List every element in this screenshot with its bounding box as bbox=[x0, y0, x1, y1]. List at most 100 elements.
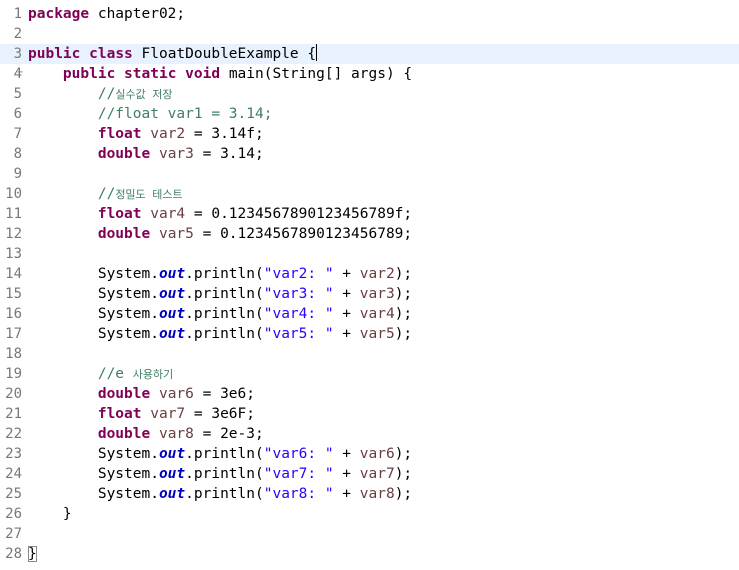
code-line[interactable]: 13 bbox=[0, 244, 739, 264]
static-field-token: out bbox=[158, 446, 186, 462]
code-line[interactable]: 28} bbox=[0, 544, 739, 564]
keyword-token: public bbox=[62, 66, 116, 82]
code-line[interactable]: 10 //정밀도 테스트 bbox=[0, 184, 739, 204]
code-line[interactable]: 8 double var3 = 3.14; bbox=[0, 144, 739, 164]
code-content[interactable]: double var6 = 3e6; bbox=[28, 384, 255, 404]
static-field-token: out bbox=[158, 306, 186, 322]
code-text: System. bbox=[28, 306, 159, 322]
code-text: + bbox=[333, 326, 360, 342]
code-line[interactable]: 22 double var8 = 2e-3; bbox=[0, 424, 739, 444]
keyword-token: double bbox=[97, 386, 151, 402]
keyword-token: class bbox=[89, 46, 133, 62]
line-number: 9 bbox=[13, 166, 22, 182]
code-content[interactable]: System.out.println("var8: " + var8); bbox=[28, 484, 412, 504]
comment-token: 사용하기 bbox=[132, 368, 174, 381]
code-content[interactable]: double var8 = 2e-3; bbox=[28, 424, 264, 444]
code-content[interactable]: System.out.println("var4: " + var4); bbox=[28, 304, 412, 324]
code-line[interactable]: 15 System.out.println("var3: " + var3); bbox=[0, 284, 739, 304]
code-line[interactable]: 3 public class FloatDoubleExample { bbox=[0, 44, 739, 64]
code-content[interactable]: package chapter02; bbox=[28, 4, 185, 24]
code-line[interactable]: 26 } bbox=[0, 504, 739, 524]
code-text: = 3.14; bbox=[193, 146, 264, 162]
comment-token: 실수값 저장 bbox=[115, 88, 173, 101]
static-field-token: out bbox=[158, 286, 186, 302]
code-line[interactable]: 16 System.out.println("var4: " + var4); bbox=[0, 304, 739, 324]
code-line[interactable]: 27 bbox=[0, 524, 739, 544]
code-text: ); bbox=[394, 326, 413, 342]
code-line[interactable]: 17 System.out.println("var5: " + var5); bbox=[0, 324, 739, 344]
line-number: 24 bbox=[5, 466, 22, 482]
code-line[interactable]: 6 //float var1 = 3.14; bbox=[0, 104, 739, 124]
code-line[interactable]: 25 System.out.println("var8: " + var8); bbox=[0, 484, 739, 504]
code-line[interactable]: 2 bbox=[0, 24, 739, 44]
code-content[interactable]: System.out.println("var6: " + var6); bbox=[28, 444, 412, 464]
code-text: ); bbox=[394, 306, 413, 322]
code-content[interactable]: System.out.println("var7: " + var7); bbox=[28, 464, 412, 484]
line-number: 20 bbox=[5, 386, 22, 402]
code-content[interactable]: //float var1 = 3.14; bbox=[28, 104, 273, 124]
code-content[interactable]: float var2 = 3.14f; bbox=[28, 124, 264, 144]
code-line[interactable]: 7 float var2 = 3.14f; bbox=[0, 124, 739, 144]
variable-token: var6 bbox=[158, 386, 194, 402]
code-line[interactable]: 18 bbox=[0, 344, 739, 364]
code-text: ); bbox=[394, 446, 413, 462]
code-line[interactable]: 4− public static void main(String[] args… bbox=[0, 64, 739, 84]
code-text: .println( bbox=[185, 486, 264, 502]
code-content[interactable]: double var5 = 0.1234567890123456789; bbox=[28, 224, 412, 244]
code-line[interactable]: 1 package chapter02; bbox=[0, 4, 739, 24]
code-text: ); bbox=[394, 466, 413, 482]
fold-collapse-icon[interactable]: − bbox=[17, 68, 26, 78]
code-content[interactable]: System.out.println("var5: " + var5); bbox=[28, 324, 412, 344]
code-line[interactable]: 11 float var4 = 0.1234567890123456789f; bbox=[0, 204, 739, 224]
code-content[interactable]: } bbox=[28, 544, 37, 564]
code-content[interactable]: double var3 = 3.14; bbox=[28, 144, 264, 164]
line-number: 7 bbox=[13, 126, 22, 142]
code-editor[interactable]: 1 package chapter02; 2 3 public class FloatD… bbox=[0, 4, 739, 570]
string-token: "var5: " bbox=[263, 326, 334, 342]
line-number: 27 bbox=[5, 526, 22, 542]
code-content[interactable]: //실수값 저장 bbox=[28, 84, 173, 105]
code-content[interactable]: public class FloatDoubleExample { bbox=[28, 44, 318, 64]
code-content[interactable]: float var4 = 0.1234567890123456789f; bbox=[28, 204, 412, 224]
code-content[interactable]: System.out.println("var3: " + var3); bbox=[28, 284, 412, 304]
code-text: System. bbox=[28, 446, 159, 462]
line-number: 16 bbox=[5, 306, 22, 322]
code-line[interactable]: 23 System.out.println("var6: " + var6); bbox=[0, 444, 739, 464]
code-line[interactable]: 24 System.out.println("var7: " + var7); bbox=[0, 464, 739, 484]
code-content[interactable]: System.out.println("var2: " + var2); bbox=[28, 264, 412, 284]
variable-token: var3 bbox=[158, 146, 194, 162]
variable-token: var4 bbox=[150, 206, 186, 222]
code-line[interactable]: 5 //실수값 저장 bbox=[0, 84, 739, 104]
string-token: "var4: " bbox=[263, 306, 334, 322]
line-number: 2 bbox=[13, 26, 22, 42]
code-line[interactable]: 14 System.out.println("var2: " + var2); bbox=[0, 264, 739, 284]
code-text: } bbox=[28, 506, 72, 522]
code-content[interactable]: //e 사용하기 bbox=[28, 364, 173, 385]
code-line[interactable]: 20 double var6 = 3e6; bbox=[0, 384, 739, 404]
code-text: main(String[] args) { bbox=[220, 66, 413, 82]
line-number: 19 bbox=[5, 366, 22, 382]
code-line[interactable]: 21 float var7 = 3e6F; bbox=[0, 404, 739, 424]
code-line[interactable]: 19 //e 사용하기 bbox=[0, 364, 739, 384]
code-content[interactable]: float var7 = 3e6F; bbox=[28, 404, 255, 424]
code-text: chapter02; bbox=[89, 6, 186, 22]
code-content[interactable]: public static void main(String[] args) { bbox=[28, 64, 412, 84]
code-content[interactable]: } bbox=[28, 504, 72, 524]
code-line[interactable]: 12 double var5 = 0.1234567890123456789; bbox=[0, 224, 739, 244]
keyword-token: double bbox=[97, 146, 151, 162]
code-content[interactable]: //정밀도 테스트 bbox=[28, 184, 183, 205]
code-text: = 2e-3; bbox=[193, 426, 264, 442]
code-line[interactable]: 9 bbox=[0, 164, 739, 184]
keyword-token: public bbox=[28, 46, 81, 62]
line-number: 28 bbox=[5, 546, 22, 562]
static-field-token: out bbox=[158, 486, 186, 502]
